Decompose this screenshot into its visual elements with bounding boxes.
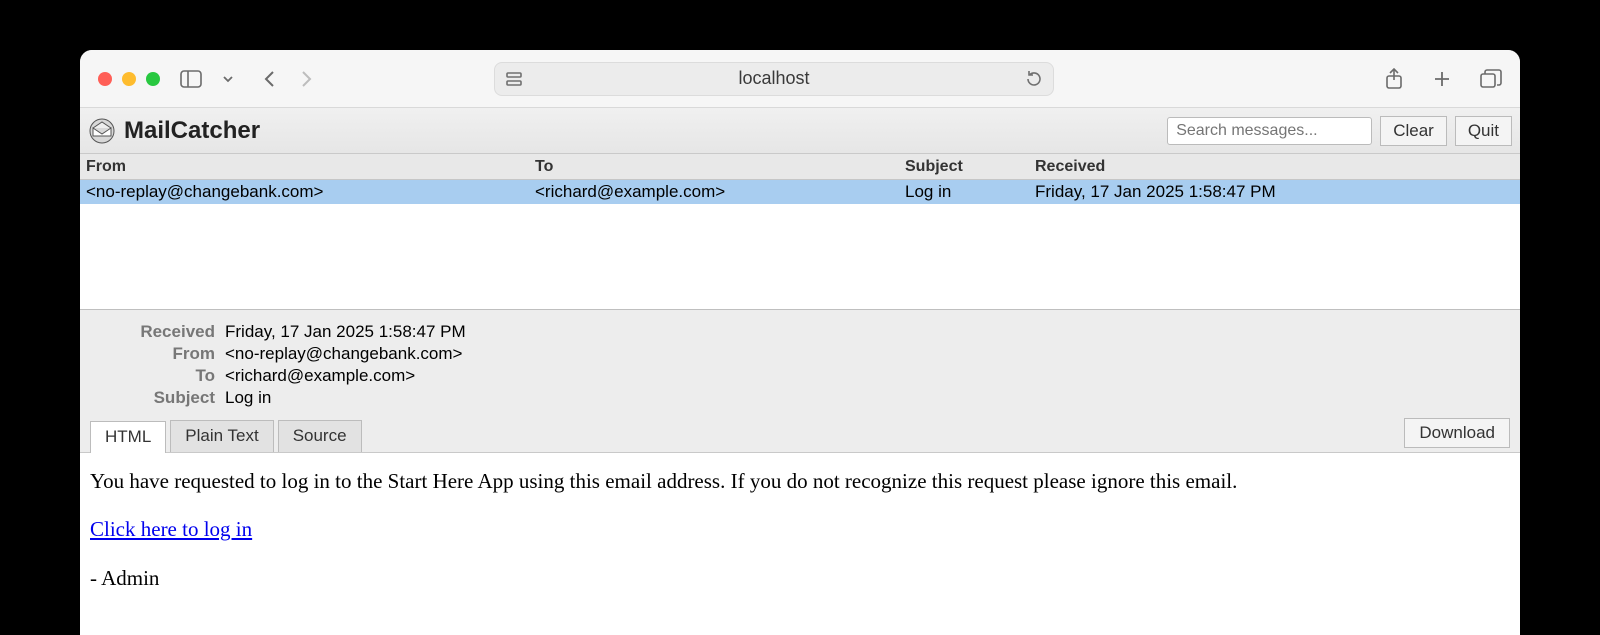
message-from: <no-replay@changebank.com> (80, 182, 535, 202)
column-headers: From To Subject Received (80, 154, 1520, 180)
tab-html[interactable]: HTML (90, 421, 166, 453)
login-link[interactable]: Click here to log in (90, 517, 252, 541)
url-bar[interactable]: localhost (494, 62, 1054, 96)
tabs-overview-icon[interactable] (1480, 68, 1502, 90)
detail-label-to: To (80, 366, 225, 386)
message-list[interactable]: <no-replay@changebank.com> <richard@exam… (80, 180, 1520, 310)
close-window-button[interactable] (98, 72, 112, 86)
detail-label-subject: Subject (80, 388, 225, 408)
quit-button[interactable]: Quit (1455, 116, 1512, 146)
maximize-window-button[interactable] (146, 72, 160, 86)
message-received: Friday, 17 Jan 2025 1:58:47 PM (1035, 182, 1520, 202)
detail-value-to: <richard@example.com> (225, 366, 1520, 386)
message-detail-header: Received Friday, 17 Jan 2025 1:58:47 PM … (80, 310, 1520, 453)
body-signature: - Admin (90, 564, 1510, 592)
back-button[interactable] (262, 69, 278, 89)
message-row[interactable]: <no-replay@changebank.com> <richard@exam… (80, 180, 1520, 204)
detail-value-from: <no-replay@changebank.com> (225, 344, 1520, 364)
new-tab-icon[interactable] (1432, 68, 1452, 90)
body-paragraph: You have requested to log in to the Star… (90, 467, 1510, 495)
detail-value-subject: Log in (225, 388, 1520, 408)
chevron-down-icon[interactable] (222, 73, 234, 85)
column-header-received[interactable]: Received (1035, 158, 1520, 176)
share-icon[interactable] (1384, 68, 1404, 90)
minimize-window-button[interactable] (122, 72, 136, 86)
message-body: You have requested to log in to the Star… (80, 453, 1520, 626)
browser-window: localhost MailCatcher Clear Quit (80, 50, 1520, 635)
mailcatcher-logo-icon (88, 117, 116, 145)
tabs-row: HTML Plain Text Source Download (80, 416, 1520, 452)
browser-chrome: localhost (80, 50, 1520, 108)
url-text: localhost (523, 68, 1025, 89)
download-button[interactable]: Download (1404, 418, 1510, 448)
site-settings-icon[interactable] (505, 71, 523, 87)
detail-label-received: Received (80, 322, 225, 342)
clear-button[interactable]: Clear (1380, 116, 1447, 146)
sidebar-toggle-icon[interactable] (180, 70, 202, 88)
tab-plain-text[interactable]: Plain Text (170, 420, 273, 452)
tab-source[interactable]: Source (278, 420, 362, 452)
traffic-lights (98, 72, 160, 86)
forward-button[interactable] (298, 69, 314, 89)
message-to: <richard@example.com> (535, 182, 905, 202)
app-header: MailCatcher Clear Quit (80, 108, 1520, 154)
column-header-subject[interactable]: Subject (905, 158, 1035, 176)
detail-value-received: Friday, 17 Jan 2025 1:58:47 PM (225, 322, 1520, 342)
column-header-to[interactable]: To (535, 158, 905, 176)
app-title: MailCatcher (124, 117, 260, 145)
reload-icon[interactable] (1025, 70, 1043, 88)
search-input[interactable] (1167, 117, 1372, 145)
detail-label-from: From (80, 344, 225, 364)
column-header-from[interactable]: From (80, 158, 535, 176)
message-subject: Log in (905, 182, 1035, 202)
